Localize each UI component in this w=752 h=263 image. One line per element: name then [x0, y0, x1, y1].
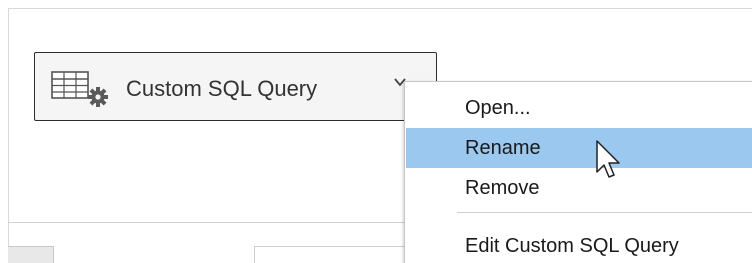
menu-item-open[interactable]: Open...	[406, 88, 752, 128]
table-gear-icon	[51, 71, 108, 107]
menu-item-edit-custom-sql-query[interactable]: Edit Custom SQL Query	[406, 226, 752, 263]
menu-item-rename[interactable]: Rename	[406, 128, 752, 168]
bottom-panel-tab[interactable]	[8, 246, 54, 263]
data-source-canvas: Custom SQL Query Open... Rename Remove E…	[0, 0, 752, 263]
datasource-label: Custom SQL Query	[126, 76, 318, 101]
menu-separator	[457, 212, 752, 213]
bottom-panel-field[interactable]	[254, 246, 426, 263]
menu-item-remove[interactable]: Remove	[406, 168, 752, 208]
mouse-pointer-icon	[596, 140, 620, 178]
canvas-top-border	[8, 8, 752, 9]
canvas-left-border	[8, 8, 9, 263]
context-menu: Open... Rename Remove Edit Custom SQL Qu…	[404, 81, 752, 263]
custom-sql-query-pill[interactable]: Custom SQL Query	[34, 52, 437, 121]
